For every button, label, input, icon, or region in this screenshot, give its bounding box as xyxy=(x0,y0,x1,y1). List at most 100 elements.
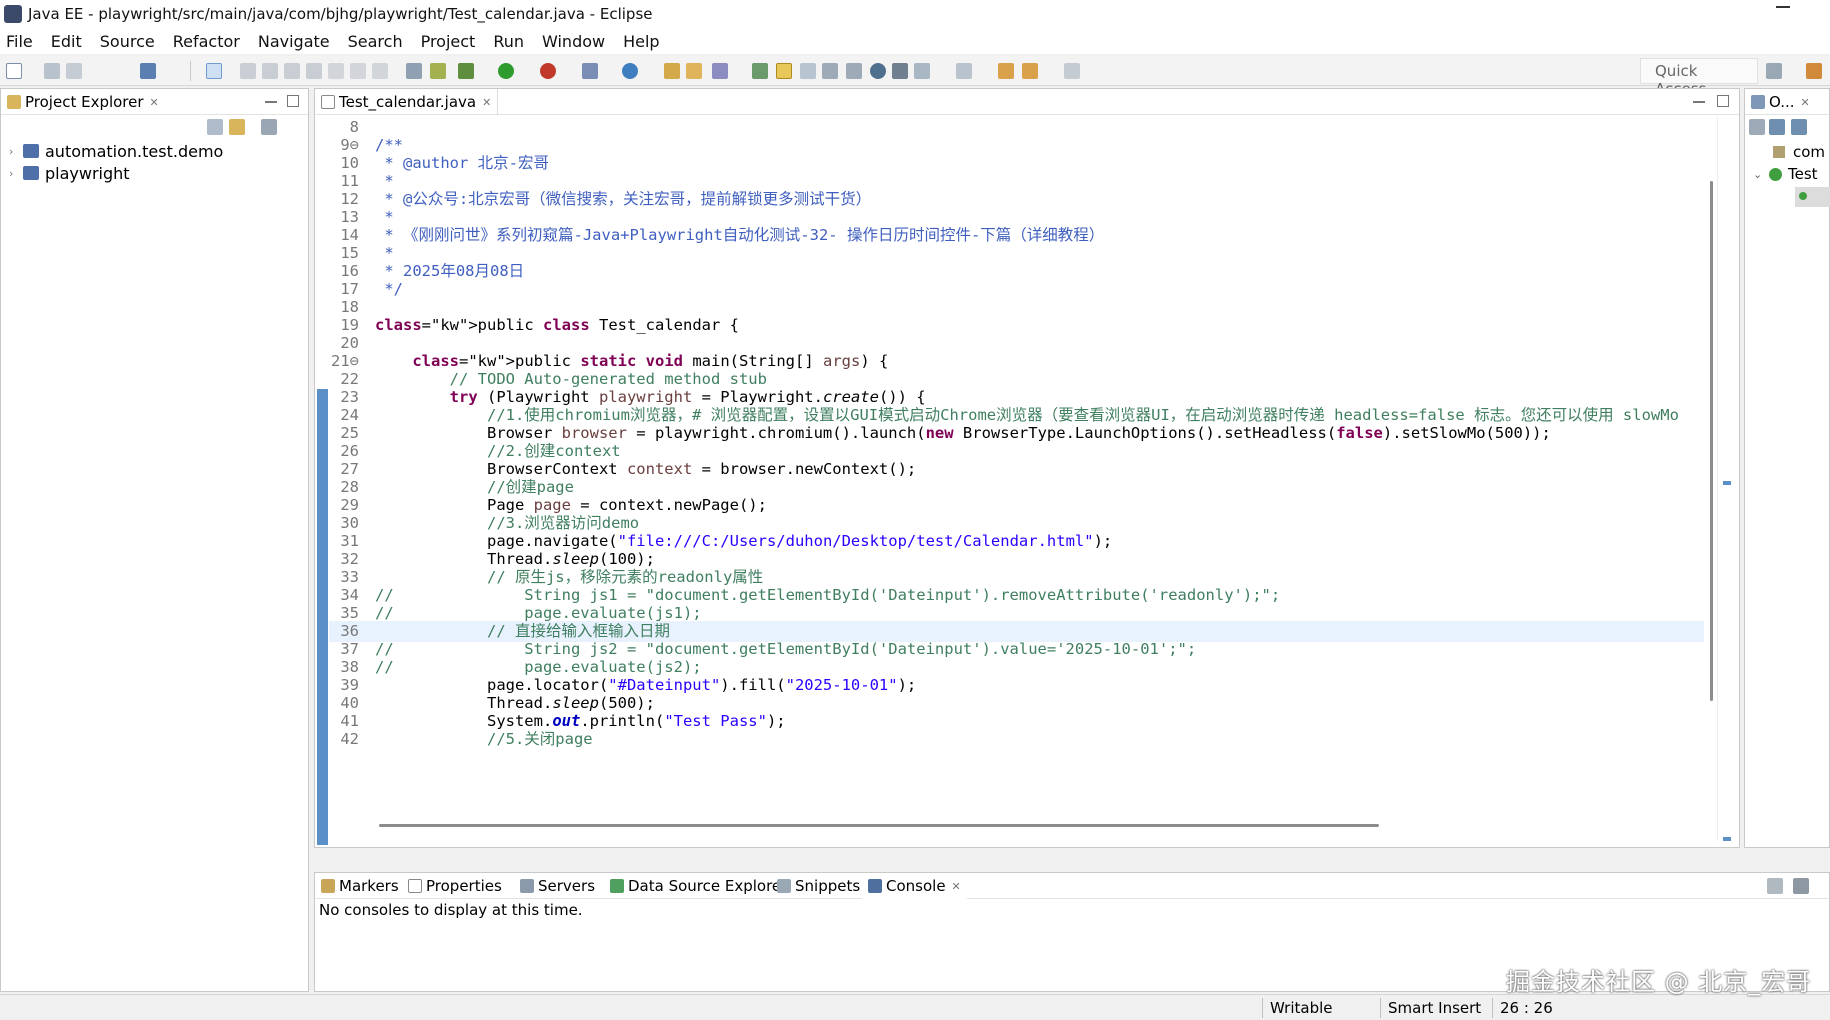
menu-search[interactable]: Search xyxy=(348,32,403,51)
markers-icon xyxy=(321,879,335,893)
close-icon[interactable]: ✕ xyxy=(150,96,159,109)
minimize-icon[interactable] xyxy=(1776,6,1790,8)
bottom-tabbar: Markers Properties Servers Data Source E… xyxy=(315,873,1829,899)
line-text: */ xyxy=(375,280,403,298)
tree-item-playwright[interactable]: › playwright xyxy=(9,163,130,183)
tab-project-explorer[interactable]: Project Explorer ✕ xyxy=(1,89,165,115)
new-icon[interactable] xyxy=(6,63,22,79)
back-icon[interactable] xyxy=(1022,63,1038,79)
outline-item-class[interactable]: ⌄ Test xyxy=(1753,165,1818,183)
open-console-icon[interactable] xyxy=(1767,878,1783,894)
menu-bar: File Edit Source Refactor Navigate Searc… xyxy=(0,28,1830,54)
maximize-icon[interactable] xyxy=(1717,95,1729,107)
search-icon[interactable] xyxy=(712,63,728,79)
menu-run[interactable]: Run xyxy=(493,32,524,51)
menu-window[interactable]: Window xyxy=(542,32,605,51)
tab-markers[interactable]: Markers xyxy=(315,873,405,899)
last-edit-icon[interactable] xyxy=(998,63,1014,79)
select-pointer-icon[interactable] xyxy=(206,63,222,79)
tab-label: O... xyxy=(1769,93,1795,111)
menu-help[interactable]: Help xyxy=(623,32,659,51)
console-view-icon[interactable] xyxy=(140,63,156,79)
collapse-all-icon[interactable] xyxy=(207,119,223,135)
tab-label: Test_calendar.java xyxy=(339,93,477,111)
debug-icon[interactable] xyxy=(458,63,474,79)
menu-file[interactable]: File xyxy=(6,32,33,51)
tab-test-calendar-java[interactable]: Test_calendar.java ✕ xyxy=(315,89,499,115)
block-selection-icon[interactable] xyxy=(822,63,838,79)
tab-snippets[interactable]: Snippets xyxy=(771,873,866,899)
new-package-icon[interactable] xyxy=(664,63,680,79)
code-area[interactable]: 8 9⊖/** 10 * @author 北京-宏哥 11 * 12 * @公众号:北京… xyxy=(329,117,1704,841)
chevron-right-icon[interactable]: › xyxy=(9,167,23,180)
properties-icon xyxy=(408,879,422,893)
collapse-all-icon[interactable] xyxy=(1749,119,1765,135)
tab-data-source-explorer[interactable]: Data Source Explorer xyxy=(604,873,793,899)
project-icon xyxy=(23,144,39,158)
resume-icon[interactable] xyxy=(240,63,256,79)
menu-source[interactable]: Source xyxy=(100,32,155,51)
forward-icon[interactable] xyxy=(1064,63,1080,79)
highlight-icon[interactable] xyxy=(776,63,792,79)
menu-refactor[interactable]: Refactor xyxy=(173,32,240,51)
tree-item-automation-test-demo[interactable]: › automation.test.demo xyxy=(9,141,223,161)
run-external-tools-icon[interactable] xyxy=(540,63,556,79)
package-icon xyxy=(1773,146,1785,158)
globe-icon[interactable] xyxy=(870,63,886,79)
horizontal-scrollbar[interactable] xyxy=(379,824,1379,827)
next-annotation-icon[interactable] xyxy=(914,63,930,79)
open-console-icon[interactable] xyxy=(406,63,422,79)
display-console-icon[interactable] xyxy=(1793,878,1809,894)
word-wrap-icon[interactable] xyxy=(846,63,862,79)
minimize-icon[interactable] xyxy=(265,101,277,103)
menu-navigate[interactable]: Navigate xyxy=(258,32,330,51)
overview-marker[interactable] xyxy=(1723,837,1731,841)
web-browser-icon[interactable] xyxy=(892,63,908,79)
link-with-editor-icon[interactable] xyxy=(229,119,245,135)
menu-project[interactable]: Project xyxy=(421,32,476,51)
quick-access-field[interactable]: Quick Access xyxy=(1640,58,1758,98)
disconnect-icon[interactable] xyxy=(306,63,322,79)
console-icon xyxy=(868,879,882,893)
close-icon[interactable]: ✕ xyxy=(1801,96,1810,109)
open-perspective-icon[interactable] xyxy=(1766,63,1782,79)
step-over-icon[interactable] xyxy=(350,63,366,79)
tab-outline[interactable]: O... ✕ xyxy=(1745,89,1816,115)
chevron-right-icon[interactable]: › xyxy=(9,145,23,158)
minimize-icon[interactable] xyxy=(1693,101,1705,103)
maximize-icon[interactable] xyxy=(287,95,299,107)
outline-item-package[interactable]: com xyxy=(1773,143,1825,161)
hide-fields-icon[interactable] xyxy=(1791,119,1807,135)
open-type-icon[interactable] xyxy=(686,63,702,79)
terminate-icon[interactable] xyxy=(284,63,300,79)
tab-servers[interactable]: Servers xyxy=(514,873,601,899)
tab-console[interactable]: Console ✕ xyxy=(862,873,967,899)
chevron-down-icon[interactable]: ⌄ xyxy=(1753,168,1769,181)
sort-icon[interactable] xyxy=(1769,119,1785,135)
suspend-icon[interactable] xyxy=(262,63,278,79)
vertical-scrollbar[interactable] xyxy=(1710,181,1713,701)
show-whitespace-icon[interactable] xyxy=(800,63,816,79)
menu-edit[interactable]: Edit xyxy=(51,32,82,51)
line-text: * 《刚刚问世》系列初窥篇-Java+Playwright自动化测试-32- 操… xyxy=(375,226,1105,244)
save-all-icon[interactable] xyxy=(66,63,82,79)
tab-properties[interactable]: Properties xyxy=(402,873,508,899)
tab-label: Servers xyxy=(538,877,596,895)
step-into-icon[interactable] xyxy=(328,63,344,79)
close-icon[interactable]: ✕ xyxy=(482,96,491,109)
overview-marker[interactable] xyxy=(1723,481,1731,485)
eclipse-icon xyxy=(4,5,22,23)
new-server-icon[interactable] xyxy=(582,63,598,79)
view-menu-icon[interactable] xyxy=(261,119,277,135)
code-line[interactable]: 42 //5.关闭page xyxy=(329,729,592,750)
build-icon[interactable] xyxy=(430,63,446,79)
new-java-project-icon[interactable] xyxy=(622,63,638,79)
save-icon[interactable] xyxy=(44,63,60,79)
java-ee-perspective-icon[interactable] xyxy=(1806,63,1822,79)
toggle-mark-occurrences-icon[interactable] xyxy=(752,63,768,79)
close-icon[interactable]: ✕ xyxy=(952,880,961,893)
step-return-icon[interactable] xyxy=(372,63,388,79)
previous-annotation-icon[interactable] xyxy=(956,63,972,79)
run-icon[interactable] xyxy=(498,63,514,79)
outline-item-main-method[interactable] xyxy=(1795,187,1830,207)
